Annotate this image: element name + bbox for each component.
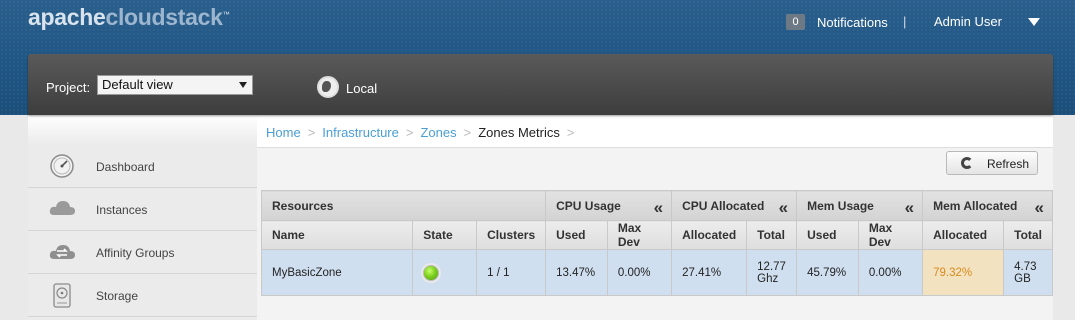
user-name: Admin User [934,14,1002,29]
group-header-label: Mem Usage [807,198,874,213]
breadcrumb: Home > Infrastructure > Zones > Zones Metrics > [257,115,1053,147]
column-header-state[interactable]: State [412,220,478,250]
cell-state [412,249,478,296]
column-header-mem-used[interactable]: Used [796,220,859,250]
globe-icon[interactable] [317,76,339,98]
refresh-label: Refresh [987,157,1030,171]
project-label: Project: [46,80,91,95]
breadcrumb-separator: > [566,125,575,140]
breadcrumb-zones[interactable]: Zones [420,125,456,140]
table-column-header-row: Name State Clusters Used Max Dev Allocat… [260,220,1053,250]
cell-mem-max-dev: 0.00% [857,249,924,296]
breadcrumb-infrastructure[interactable]: Infrastructure [322,125,399,140]
cloud-icon [49,201,75,215]
column-header-name[interactable]: Name [260,220,414,250]
group-header-label: Mem Allocated [933,198,1018,213]
project-bar: Project: Default view Local [28,54,1053,115]
breadcrumb-home[interactable]: Home [266,125,301,140]
group-header-mem-usage: Mem Usage « [796,190,924,221]
column-header-clusters[interactable]: Clusters [476,220,547,250]
column-header-cpu-total[interactable]: Total [746,220,798,250]
breadcrumb-current: Zones Metrics [478,125,560,140]
group-header-cpu-usage: CPU Usage « [545,190,673,221]
logo-text-cloudstack: cloudstack [105,4,223,30]
column-header-cpu-used[interactable]: Used [545,220,608,250]
cell-mem-used: 45.79% [796,249,859,296]
notifications-label: Notifications [817,14,888,30]
column-header-cpu-max-dev[interactable]: Max Dev [606,220,673,250]
notifications-count-badge: 0 [786,14,805,30]
column-header-mem-total[interactable]: Total [1003,220,1053,250]
user-menu[interactable]: Admin User [934,14,1040,29]
sidebar-item-label: Instances [96,203,148,217]
group-header-label: CPU Allocated [682,198,765,213]
select-arrow-icon [239,82,247,88]
logo-trademark: ™ [222,11,230,19]
state-enabled-icon [423,264,440,281]
project-select-value: Default view [102,77,173,92]
zone-label[interactable]: Local [346,81,377,96]
cell-cpu-used: 13.47% [545,249,608,296]
sidebar-item-label: Affinity Groups [96,246,175,260]
sidebar-item-label: Dashboard [96,160,155,174]
header-separator: | [903,14,907,29]
sidebar-item-instances[interactable]: Instances [28,188,257,231]
breadcrumb-separator: > [307,125,316,140]
group-header-label: Resources [272,198,334,213]
sidebar-item-storage[interactable]: Storage [28,274,257,317]
main-content: Home > Infrastructure > Zones > Zones Metrics >… [257,115,1053,320]
refresh-icon [961,157,973,169]
toolbar: Refresh [257,147,1053,181]
zones-metrics-table: Resources CPU Usage « CPU Allocated « Mem … [260,190,1053,296]
sidebar-item-label: Storage [96,289,139,303]
group-header-label: CPU Usage [556,198,621,213]
sidebar-item-dashboard[interactable]: Dashboard [28,145,257,188]
column-header-mem-max-dev[interactable]: Max Dev [857,220,924,250]
refresh-button[interactable]: Refresh [946,151,1038,175]
cell-clusters: 1 / 1 [476,249,547,296]
sidebar: Dashboard Instances Affinity Groups Stor… [28,115,257,320]
collapse-icon[interactable]: « [1035,198,1044,218]
breadcrumb-separator: > [463,125,472,140]
group-header-cpu-allocated: CPU Allocated « [671,190,798,221]
cell-cpu-allocated: 27.41% [671,249,748,296]
affinity-cloud-icon [49,245,75,259]
group-header-mem-allocated: Mem Allocated « [922,190,1053,221]
chevron-down-icon[interactable] [1027,17,1040,26]
apache-cloudstack-logo[interactable]: apachecloudstack™ [28,4,230,31]
cell-zone-name[interactable]: MyBasicZone [260,249,414,296]
notifications-button[interactable]: 0 Notifications [786,14,888,30]
table-row[interactable]: MyBasicZone 1 / 1 13.47% 0.00% 27.41% 12… [260,249,1053,296]
cell-cpu-max-dev: 0.00% [606,249,673,296]
collapse-icon[interactable]: « [654,198,663,218]
collapse-icon[interactable]: « [779,198,788,218]
project-select[interactable]: Default view [97,75,253,95]
table-group-header-row: Resources CPU Usage « CPU Allocated « Mem … [260,190,1053,221]
logo-text-apache: apache [28,4,106,30]
group-header-resources: Resources [260,190,547,221]
column-header-mem-allocated[interactable]: Allocated [922,220,1005,250]
breadcrumb-separator: > [405,125,414,140]
sidebar-top [28,115,257,145]
cell-cpu-total: 12.77 Ghz [746,249,798,296]
disk-icon [53,283,71,308]
cell-mem-allocated: 79.32% [922,249,1005,296]
gauge-icon [50,154,74,178]
sidebar-item-affinity-groups[interactable]: Affinity Groups [28,231,257,274]
collapse-icon[interactable]: « [905,198,914,218]
column-header-cpu-allocated[interactable]: Allocated [671,220,748,250]
cell-mem-total: 4.73 GB [1003,249,1053,296]
